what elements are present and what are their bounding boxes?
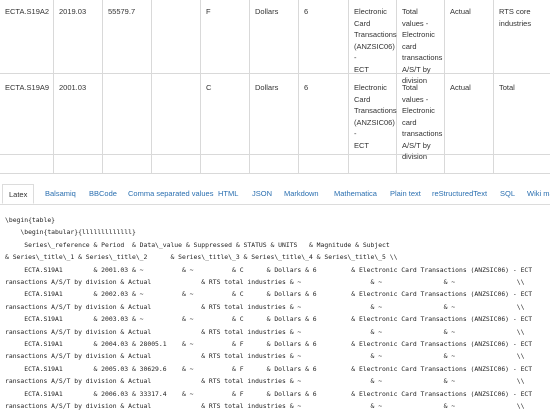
code-line: ransactions A/S/T by division & Actual &… [5, 278, 525, 287]
cell-series-title-1: Actual [445, 74, 494, 154]
cell-subject-line: Transactions [354, 30, 397, 39]
cell-empty [494, 155, 550, 173]
cell-subject-line: Card [354, 94, 371, 104]
cell-units: Dollars [250, 74, 299, 154]
cell-subject-line: Transactions [354, 106, 397, 115]
cell-group-line: Electronic [402, 30, 435, 39]
cell-status: C [201, 74, 250, 154]
cell-data-value: 55579.7 [103, 0, 152, 73]
cell-empty [152, 155, 201, 173]
cell-group-line: card [402, 117, 417, 127]
code-line: \begin{tabular}{lllllllllllll} [5, 228, 136, 237]
tab-balsamiq[interactable]: Balsamiq [45, 184, 76, 204]
tab-wiki-markup[interactable]: Wiki ma [527, 184, 550, 204]
code-line: Series\_reference & Period & Data\_value… [5, 240, 390, 249]
cell-group-line: transactions [402, 129, 443, 138]
cell-group-line: Electronic [402, 106, 435, 115]
code-line: ransactions A/S/T by division & Actual &… [5, 402, 525, 411]
code-line: ransactions A/S/T by division & Actual &… [5, 327, 525, 336]
cell-empty [201, 155, 250, 173]
tab-bbcode[interactable]: BBCode [89, 184, 117, 204]
cell-empty [397, 155, 445, 173]
cell-series-title-line: industries [499, 18, 532, 28]
code-line: ransactions A/S/T by division & Actual &… [5, 352, 525, 361]
cell-suppressed [152, 74, 201, 154]
cell-series-title-line: RTS core [499, 7, 531, 16]
cell-subject-line: (ANZSIC06) - [354, 41, 395, 63]
cell-subject-line: Electronic [354, 7, 387, 16]
code-line: ECTA.S19A1 & 2002.03 & ~ & ~ & C & Dolla… [5, 290, 533, 299]
tab-json[interactable]: JSON [252, 184, 272, 204]
cell-empty [445, 155, 494, 173]
tab-mathematica[interactable]: Mathematica [334, 184, 377, 204]
tab-restructuredtext[interactable]: reStructuredText [432, 184, 487, 204]
cell-period: 2001.03 [54, 74, 103, 154]
tab-sql[interactable]: SQL [500, 184, 515, 204]
format-tabs: Latex Balsamiq BBCode Comma separated va… [0, 184, 550, 205]
cell-group-line: transactions [402, 53, 443, 62]
cell-empty [0, 155, 54, 173]
code-line: ECTA.S19A1 & 2005.03 & 30629.6 & ~ & F &… [5, 364, 533, 373]
cell-empty [103, 155, 152, 173]
cell-empty [349, 155, 397, 173]
code-line: ECTA.S19A1 & 2001.03 & ~ & ~ & C & Dolla… [5, 265, 533, 274]
cell-group: Total values - Electronic card transacti… [397, 74, 445, 161]
cell-subject: Electronic Card Transactions (ANZSIC06) … [349, 74, 397, 154]
cell-empty [299, 155, 349, 173]
cell-units: Dollars [250, 0, 299, 73]
cell-group-line: A/S/T by [402, 140, 431, 150]
code-line: & Series\_title\_1 & Series\_title\_2 & … [5, 253, 398, 262]
cell-subject-line: Card [354, 18, 371, 28]
cell-period: 2019.03 [54, 0, 103, 73]
tab-csv[interactable]: Comma separated values [128, 184, 213, 204]
cell-empty [54, 155, 103, 173]
table-row: ECTA.S19A9 2001.03 C Dollars 6 Electroni… [0, 74, 550, 161]
cell-empty [250, 155, 299, 173]
latex-code-output[interactable]: \begin{table} \begin{tabular}{llllllllll… [5, 214, 550, 412]
cell-magnitude: 6 [299, 74, 349, 154]
cell-subject-line: ECT [354, 140, 369, 150]
cell-group-line: Total values - [402, 7, 429, 28]
code-line: ransactions A/S/T by division & Actual &… [5, 302, 525, 311]
cell-series-title-line: Total [499, 83, 515, 92]
cell-status: F [201, 0, 250, 73]
cell-group-line: Total values - [402, 83, 429, 104]
cell-series-reference: ECTA.S19A9 [0, 74, 54, 154]
cell-magnitude: 6 [299, 0, 349, 73]
cell-subject-line: (ANZSIC06) - [354, 117, 395, 139]
code-line: ECTA.S19A1 & 2003.03 & ~ & ~ & C & Dolla… [5, 315, 533, 324]
tab-html[interactable]: HTML [218, 184, 238, 204]
cell-series-title-1: Actual [445, 0, 494, 73]
cell-series-reference: ECTA.S19A2 [0, 0, 54, 73]
cell-subject-line: Electronic [354, 83, 387, 92]
table-row: ECTA.S19A2 2019.03 55579.7 F Dollars 6 E… [0, 0, 550, 85]
tab-latex[interactable]: Latex [2, 184, 35, 204]
tab-markdown[interactable]: Markdown [284, 184, 319, 204]
cell-subject: Electronic Card Transactions (ANZSIC06) … [349, 0, 397, 74]
cell-suppressed [152, 0, 201, 73]
code-line: ECTA.S19A1 & 2004.03 & 28005.1 & ~ & F &… [5, 340, 533, 349]
code-line: \begin{table} [5, 216, 56, 224]
code-line: ransactions A/S/T by division & Actual &… [5, 377, 525, 386]
tab-plain-text[interactable]: Plain text [390, 184, 421, 204]
cell-series-title-2: RTS core industries [494, 0, 550, 73]
cell-series-title-2: Total [494, 74, 550, 154]
data-table: ECTA.S19A2 2019.03 55579.7 F Dollars 6 E… [0, 0, 550, 175]
cell-data-value [103, 74, 152, 154]
cell-group: Total values - Electronic card transacti… [397, 0, 445, 85]
code-line: ECTA.S19A1 & 2006.03 & 33317.4 & ~ & F &… [5, 389, 533, 398]
cell-group-line: card [402, 41, 417, 51]
table-row [0, 155, 550, 174]
